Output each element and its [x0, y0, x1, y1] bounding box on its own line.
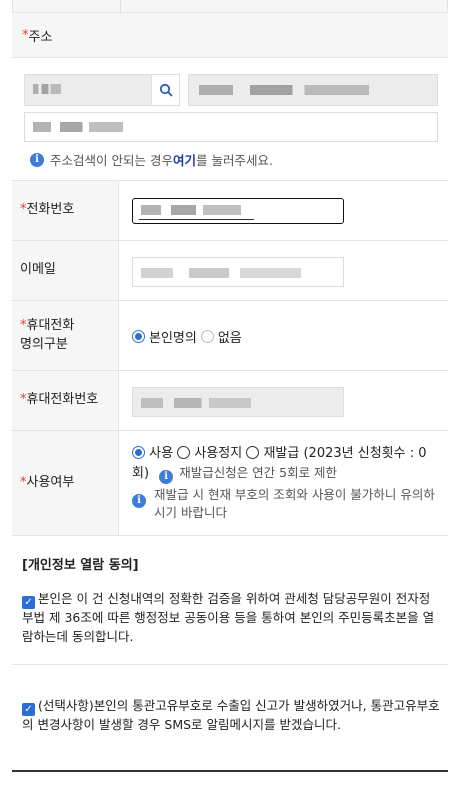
consent-item-2: ✓ (선택사항)본인의 통관고유부호로 수출입 신고가 발생하였거나, 통관고유부… [22, 697, 440, 735]
masked-address-2 [33, 122, 123, 132]
radio-own-name-label: 본인명의 [149, 331, 197, 346]
address-note: i 주소검색이 안되는 경우 여기 를 눌러주세요. [30, 150, 273, 169]
mobile-type-row: *휴대전화 명의구분 본인명의 없음 [12, 300, 448, 370]
phone-label: 전화번호 [26, 202, 75, 218]
divider [12, 664, 448, 665]
checkbox-checked-icon[interactable]: ✓ [22, 703, 35, 716]
radio-reissue[interactable] [246, 446, 260, 459]
reissue-warning: i 재발급 시 현재 부호의 조회와 사용이 불가하니 유의하시기 바랍니다 [132, 486, 442, 521]
mobile-number-label: 휴대전화번호 [26, 392, 99, 408]
phone-label-cell: * 전화번호 [12, 181, 119, 240]
mobile-number-row: * 휴대전화번호 [12, 370, 448, 430]
consent-item-1-text: 본인은 이 건 신청내역의 정확한 검증을 위하여 관세청 담당공무원이 전자정… [22, 591, 435, 644]
mobile-type-label-cell: *휴대전화 명의구분 [12, 301, 119, 370]
info-icon: i [30, 152, 44, 167]
radio-use[interactable] [132, 446, 145, 459]
radio-use-label: 사용 [149, 446, 174, 461]
mobile-type-radio-group: 본인명의 없음 [132, 327, 242, 346]
address-label: 주소 [28, 29, 53, 45]
email-label-cell: 이메일 [12, 241, 119, 300]
customs-id-form: * 주소 i 주소검색이 안되는 경우 여기 를 눌러주세요. * 전화번호 이… [0, 0, 458, 800]
mobile-type-label-1: 휴대전화 [26, 317, 75, 333]
usage-row: * 사용여부 사용 사용정지 재발급 (2023년 신청횟수 : 0회) i 재발… [12, 430, 448, 536]
search-icon [159, 83, 173, 97]
mobile-number-value-cell [120, 371, 448, 430]
radio-own-name[interactable] [132, 330, 145, 343]
info-icon: i [132, 494, 146, 509]
address-line2-field[interactable] [24, 112, 438, 142]
mobile-type-label-2: 명의구분 [20, 336, 68, 352]
masked-mobile [141, 398, 251, 408]
phone-value-cell [120, 181, 448, 240]
zipcode-field[interactable] [24, 74, 180, 106]
mobile-number-label-cell: * 휴대전화번호 [12, 371, 119, 430]
masked-zipcode [33, 84, 61, 94]
usage-options: 사용 사용정지 재발급 (2023년 신청횟수 : 0회) i 재발급신청은 연간… [132, 445, 442, 521]
consent-item-1: ✓ 본인은 이 건 신청내역의 정확한 검증을 위하여 관세청 담당공무원이 전자… [22, 590, 440, 647]
info-icon: i [159, 470, 174, 485]
address-section-body: i 주소검색이 안되는 경우 여기 를 눌러주세요. [12, 58, 448, 180]
radio-suspend[interactable] [177, 446, 191, 459]
radio-none[interactable] [200, 330, 214, 343]
masked-email [141, 268, 301, 278]
mobile-number-input[interactable] [132, 387, 344, 417]
usage-value-cell: 사용 사용정지 재발급 (2023년 신청횟수 : 0회) i 재발급신청은 연간… [120, 431, 448, 535]
usage-label: 사용여부 [26, 474, 75, 490]
email-value-cell [120, 241, 448, 300]
radio-none-label: 없음 [217, 331, 242, 346]
phone-row: * 전화번호 [12, 180, 448, 240]
email-input[interactable] [132, 257, 344, 287]
address-section-header: * 주소 [12, 12, 448, 58]
masked-phone [141, 205, 241, 215]
section-bottom-rule [12, 770, 448, 772]
reissue-warning-text: 재발급 시 현재 부호의 조회와 사용이 불가하니 유의하시기 바랍니다 [154, 487, 435, 520]
phone-input[interactable] [132, 198, 344, 224]
address-search-button[interactable] [151, 75, 179, 105]
mobile-type-value-cell: 본인명의 없음 [120, 301, 448, 370]
address-note-suffix: 를 눌러주세요. [195, 153, 273, 168]
radio-suspend-label: 사용정지 [194, 446, 243, 461]
previous-row-edge [12, 0, 448, 12]
address-manual-link[interactable]: 여기 [173, 150, 196, 169]
consent-item-2-text: (선택사항)본인의 통관고유부호로 수출입 신고가 발생하였거나, 통관고유부호… [22, 698, 440, 732]
usage-label-cell: * 사용여부 [12, 431, 119, 535]
address-line1-field[interactable] [188, 74, 438, 106]
reissue-limit-note: 재발급신청은 연간 5회로 제한 [179, 464, 338, 480]
masked-address-1 [199, 85, 369, 95]
email-row: 이메일 [12, 240, 448, 300]
input-caret-line [139, 219, 254, 220]
address-note-prefix: 주소검색이 안되는 경우 [50, 153, 173, 168]
checkbox-checked-icon[interactable]: ✓ [22, 596, 35, 609]
consent-title: [개인정보 열람 동의] [22, 558, 139, 573]
email-label: 이메일 [20, 262, 56, 278]
